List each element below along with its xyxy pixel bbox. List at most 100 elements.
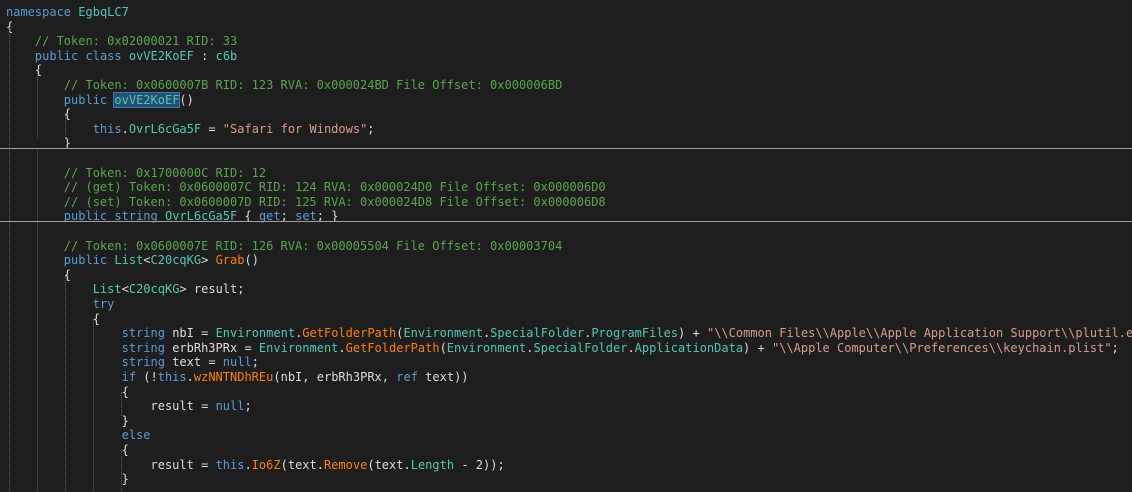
code-line: {: [6, 311, 100, 327]
code-punctuation: ;: [1111, 340, 1119, 355]
code-comment: // Token: 0x0600007B RID: 123 RVA: 0x000…: [63, 78, 563, 92]
code-punctuation: =: [208, 121, 216, 136]
code-punctuation: .: [244, 457, 252, 472]
code-punctuation: <: [121, 282, 129, 297]
code-token: OvrL6cGa5F: [128, 121, 202, 136]
code-punctuation: ): [743, 340, 751, 355]
code-token: erbRh3PRx: [172, 340, 238, 355]
indent-guide: [121, 392, 123, 416]
code-punctuation: )): [454, 370, 469, 384]
code-punctuation: :: [201, 48, 209, 63]
code-token: SpecialFolder: [490, 326, 585, 341]
indent-guide: [121, 450, 123, 492]
code-line: public List<C20cqKG> Grab(): [6, 252, 259, 268]
code-line: result = this.Io6Z(text.Remove(text.Leng…: [6, 457, 505, 473]
code-punctuation: =: [208, 355, 216, 370]
code-token: wzNNTNDhREu: [193, 370, 274, 384]
code-punctuation: .: [338, 340, 346, 355]
code-token: Grab: [215, 253, 245, 268]
string-literal: "Safari for Windows": [222, 121, 368, 136]
code-punctuation: }: [121, 472, 129, 487]
code-token: string: [121, 340, 165, 355]
indent-guide: [65, 114, 67, 136]
code-comment: // (set) Token: 0x0600007D RID: 125 RVA:…: [63, 194, 606, 209]
code-line: // (set) Token: 0x0600007D RID: 125 RVA:…: [6, 194, 606, 210]
code-line: List<C20cqKG> result;: [6, 281, 245, 297]
code-punctuation: (): [179, 92, 194, 107]
code-token: this: [92, 121, 122, 136]
code-token: text: [287, 457, 317, 472]
code-line: public ovVE2KoEF(): [6, 91, 194, 108]
code-line: // Token: 0x0600007E RID: 126 RVA: 0x000…: [6, 238, 563, 254]
code-token: text: [172, 355, 202, 370]
code-punctuation: ;: [237, 282, 245, 297]
code-comment: // Token: 0x1700000C RID: 12: [63, 165, 267, 180]
code-punctuation: ;: [244, 399, 252, 414]
code-line: {: [6, 106, 71, 122]
code-line: }: [6, 471, 129, 487]
code-line: public class ovVE2KoEF : c6b: [6, 48, 237, 64]
indent-guide: [93, 319, 95, 492]
code-token: erbRh3PRx: [316, 370, 382, 384]
code-token: C20cqKG: [150, 253, 202, 268]
code-token: result: [150, 399, 194, 414]
code-token: List: [92, 282, 122, 297]
code-token: ProgramFiles: [591, 326, 679, 341]
code-punctuation: <: [143, 253, 151, 268]
code-punctuation: ,: [302, 370, 310, 384]
code-punctuation: 2: [475, 457, 484, 472]
code-punctuation: .: [403, 457, 411, 472]
code-token: List: [114, 253, 144, 268]
string-literal: "\\Apple Computer\\Preferences\\keychain…: [771, 340, 1112, 355]
code-comment: // (get) Token: 0x0600007C RID: 124 RVA:…: [63, 180, 606, 195]
highlighted-symbol: ovVE2KoEF: [113, 91, 181, 108]
code-token: nbI: [280, 370, 303, 384]
code-token: nbI: [172, 326, 194, 341]
code-token: string: [121, 326, 165, 341]
code-editor[interactable]: namespace EgbqLC7 { // Token: 0x02000021 …: [0, 0, 1132, 492]
indent-guide: [37, 150, 39, 492]
code-token: null: [222, 355, 252, 370]
code-line: else: [6, 427, 151, 443]
code-line: result = null;: [6, 398, 252, 414]
code-punctuation: ;: [367, 121, 375, 136]
code-punctuation: (): [244, 253, 259, 268]
code-token: GetFolderPath: [302, 326, 397, 341]
code-token: try: [92, 297, 115, 311]
code-line: }: [6, 413, 129, 429]
code-token: Environment: [215, 326, 296, 341]
code-token: Length: [410, 457, 455, 472]
code-token: this: [215, 457, 245, 472]
code-token: string: [121, 355, 165, 370]
code-token: null: [215, 399, 245, 414]
code-line: if (!this.wzNNTNDhREu(nbI, erbRh3PRx, re…: [6, 369, 469, 385]
code-punctuation: ,: [381, 370, 390, 384]
code-token: if: [121, 370, 137, 384]
code-line: // Token: 0x0600007B RID: 123 RVA: 0x000…: [6, 77, 563, 93]
code-line: namespace EgbqLC7: [6, 4, 129, 20]
code-punctuation: +: [757, 340, 765, 355]
member-separator: [0, 148, 1132, 149]
code-punctuation: .: [627, 340, 635, 355]
code-token: ApplicationData: [634, 340, 744, 355]
code-line: // Token: 0x1700000C RID: 12: [6, 165, 266, 181]
member-separator: [0, 221, 1132, 222]
code-token: Remove: [323, 457, 368, 472]
code-token: this: [157, 370, 187, 384]
code-comment: // Token: 0x02000021 RID: 33: [34, 34, 238, 49]
code-punctuation: .: [121, 121, 129, 136]
code-token: Environment: [403, 326, 483, 341]
code-line: {: [6, 442, 129, 458]
code-line: this.OvrL6cGa5F = "Safari for Windows";: [6, 121, 375, 137]
code-punctuation: =: [201, 457, 209, 472]
code-punctuation: =: [201, 326, 209, 341]
code-token: class: [85, 48, 122, 63]
code-punctuation: =: [244, 340, 252, 355]
code-punctuation: >: [201, 253, 209, 268]
code-token: public: [34, 48, 79, 63]
code-line: // (get) Token: 0x0600007C RID: 124 RVA:…: [6, 179, 606, 195]
code-token: result: [150, 457, 194, 472]
code-line: {: [6, 267, 71, 283]
code-punctuation: >: [179, 282, 187, 297]
indent-guide: [37, 71, 39, 139]
